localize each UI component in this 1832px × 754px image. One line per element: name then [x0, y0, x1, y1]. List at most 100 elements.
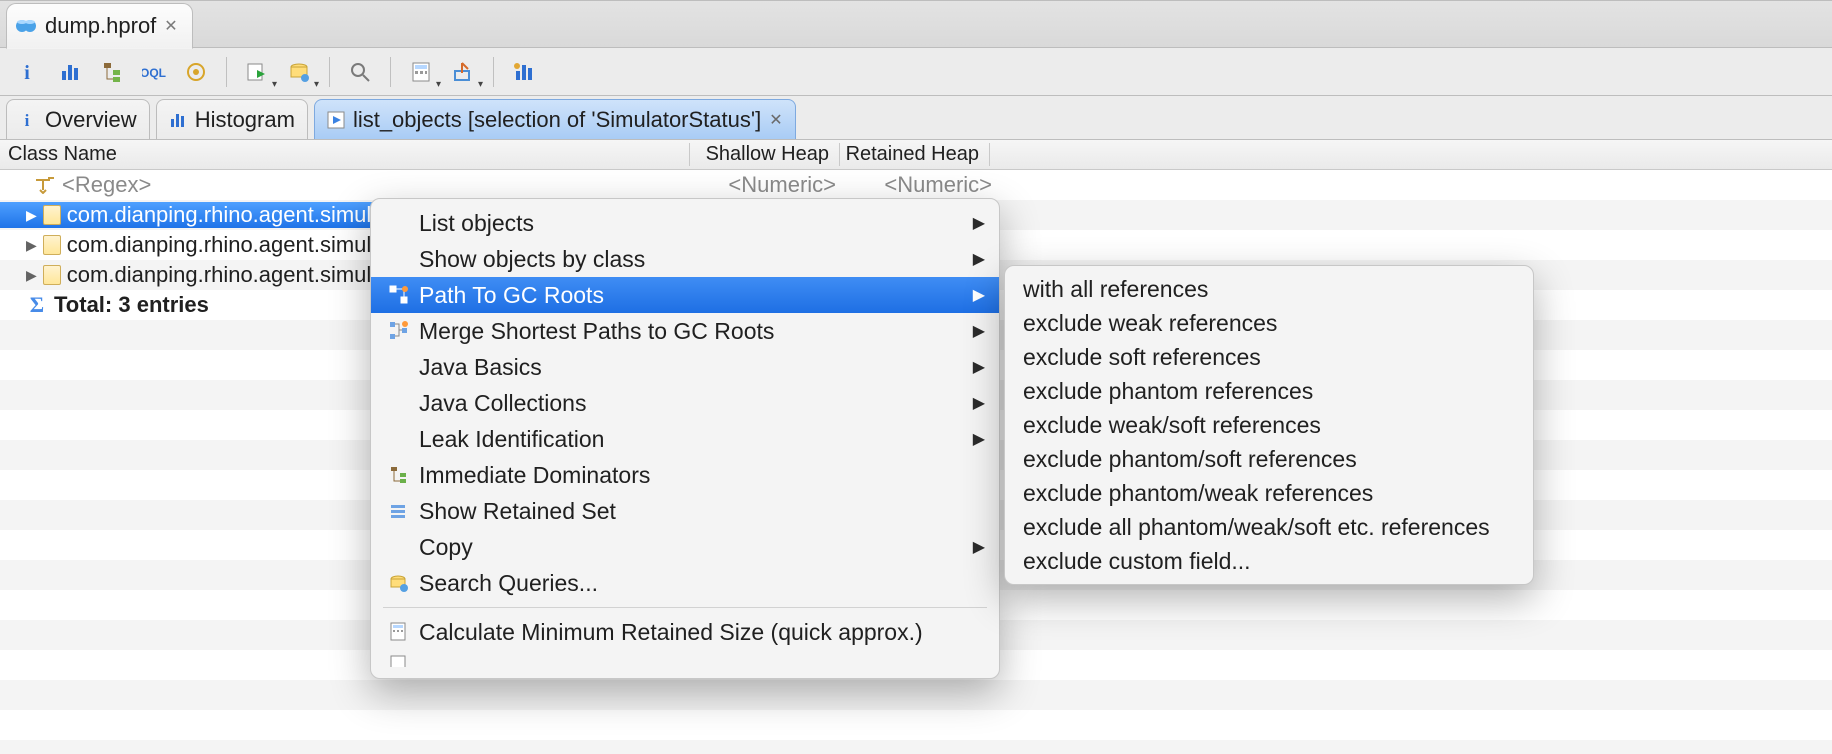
menu-calc-min-retained[interactable]: Calculate Minimum Retained Size (quick a… [371, 614, 999, 650]
calculator-icon [385, 622, 413, 642]
path-icon [385, 285, 413, 305]
merge-path-icon [385, 321, 413, 341]
search-icon[interactable] [342, 56, 378, 88]
menu-show-objects-by-class[interactable]: Show objects by class ▶ [371, 241, 999, 277]
toolbar: i OQL ▾ ▾ ▾ [0, 48, 1832, 96]
svg-text:i: i [25, 111, 30, 129]
thread-icon[interactable] [178, 56, 214, 88]
memory-analyzer-window: dump.hprof ✕ i OQL ▾ ▾ [0, 0, 1832, 754]
menu-label: Merge Shortest Paths to GC Roots [413, 318, 967, 345]
menu-label: Search Queries... [413, 570, 967, 597]
submenu-item[interactable]: exclude phantom/weak references [1005, 476, 1533, 510]
editor-tab-title: dump.hprof [45, 13, 156, 39]
menu-search-queries[interactable]: Search Queries... [371, 565, 999, 601]
info-icon[interactable]: i [10, 56, 46, 88]
menu-label: Show Retained Set [413, 498, 967, 525]
column-retained-heap[interactable]: Retained Heap [840, 143, 990, 166]
submenu-item[interactable]: exclude all phantom/weak/soft etc. refer… [1005, 510, 1533, 544]
filter-icon [34, 176, 56, 194]
svg-text:i: i [24, 62, 30, 83]
toolbar-separator [390, 57, 391, 87]
info-icon: i [19, 111, 37, 129]
submenu-arrow-icon: ▶ [967, 249, 985, 269]
dominator-tree-icon[interactable] [94, 56, 130, 88]
submenu-item[interactable]: exclude phantom/soft references [1005, 442, 1533, 476]
close-tab-icon[interactable]: ✕ [164, 16, 177, 36]
menu-path-to-gc-roots[interactable]: Path To GC Roots ▶ [371, 277, 999, 313]
tab-list-objects[interactable]: list_objects [selection of 'SimulatorSta… [314, 99, 796, 139]
calculator-icon [385, 655, 413, 667]
calculator-icon[interactable]: ▾ [403, 56, 439, 88]
menu-immediate-dominators[interactable]: Immediate Dominators [371, 457, 999, 493]
submenu-label: exclude weak references [1023, 310, 1277, 337]
submenu-item[interactable]: with all references [1005, 272, 1533, 306]
menu-java-basics[interactable]: Java Basics ▶ [371, 349, 999, 385]
expand-icon[interactable]: ▶ [26, 267, 37, 284]
menu-label: Copy [413, 534, 967, 561]
list-objects-icon [327, 111, 345, 129]
class-name: com.dianping.rhino.agent.simula [67, 232, 384, 258]
retained-set-icon [385, 501, 413, 521]
submenu-item[interactable]: exclude weak/soft references [1005, 408, 1533, 442]
submenu-arrow-icon: ▶ [967, 357, 985, 377]
menu-leak-identification[interactable]: Leak Identification ▶ [371, 421, 999, 457]
export-icon[interactable]: ▾ [445, 56, 481, 88]
heap-dump-icon [15, 15, 37, 37]
editor-tab-dump[interactable]: dump.hprof ✕ [6, 3, 193, 49]
submenu-item[interactable]: exclude weak references [1005, 306, 1533, 340]
query-browser-icon[interactable]: ▾ [281, 56, 317, 88]
menu-label: List objects [413, 210, 967, 237]
menu-list-objects[interactable]: List objects ▶ [371, 205, 999, 241]
menu-merge-shortest-paths[interactable]: Merge Shortest Paths to GC Roots ▶ [371, 313, 999, 349]
context-menu: List objects ▶ Show objects by class ▶ P… [370, 198, 1000, 679]
dominator-tree-icon [385, 465, 413, 485]
column-class-name[interactable]: Class Name [0, 143, 690, 166]
close-tab-icon[interactable]: ✕ [769, 110, 782, 130]
submenu-label: with all references [1023, 276, 1208, 303]
menu-show-retained-set[interactable]: Show Retained Set [371, 493, 999, 529]
table-header: Class Name Shallow Heap Retained Heap [0, 140, 1832, 170]
submenu-item[interactable]: exclude phantom references [1005, 374, 1533, 408]
menu-label: Leak Identification [413, 426, 967, 453]
group-histogram-icon[interactable] [506, 56, 542, 88]
submenu-label: exclude custom field... [1023, 548, 1251, 575]
histogram-icon [169, 111, 187, 129]
submenu-arrow-icon: ▶ [967, 537, 985, 557]
tab-label: list_objects [selection of 'SimulatorSta… [353, 107, 761, 133]
run-report-icon[interactable]: ▾ [239, 56, 275, 88]
toolbar-separator [493, 57, 494, 87]
submenu-label: exclude weak/soft references [1023, 412, 1321, 439]
submenu-arrow-icon: ▶ [967, 429, 985, 449]
total-label: Total: 3 entries [54, 292, 209, 318]
menu-copy[interactable]: Copy ▶ [371, 529, 999, 565]
class-icon [43, 265, 61, 285]
tab-overview[interactable]: i Overview [6, 99, 150, 139]
menu-item-truncated[interactable] [371, 650, 999, 672]
menu-label: Immediate Dominators [413, 462, 967, 489]
expand-icon[interactable]: ▶ [26, 237, 37, 254]
submenu-label: exclude all phantom/weak/soft etc. refer… [1023, 514, 1490, 541]
class-icon [43, 205, 61, 225]
tab-histogram[interactable]: Histogram [156, 99, 308, 139]
menu-label: Calculate Minimum Retained Size (quick a… [413, 619, 967, 646]
filter-shallow: <Numeric> [696, 172, 846, 198]
filter-retained: <Numeric> [852, 172, 1002, 198]
submenu-arrow-icon: ▶ [967, 321, 985, 341]
histogram-icon[interactable] [52, 56, 88, 88]
column-shallow-heap[interactable]: Shallow Heap [690, 143, 840, 166]
menu-java-collections[interactable]: Java Collections ▶ [371, 385, 999, 421]
menu-label: Show objects by class [413, 246, 967, 273]
class-icon [43, 235, 61, 255]
toolbar-separator [226, 57, 227, 87]
submenu-item[interactable]: exclude soft references [1005, 340, 1533, 374]
submenu-arrow-icon: ▶ [967, 393, 985, 413]
filter-row[interactable]: <Regex> <Numeric> <Numeric> [0, 170, 1832, 200]
expand-icon[interactable]: ▶ [26, 207, 37, 224]
submenu-item[interactable]: exclude custom field... [1005, 544, 1533, 578]
search-queries-icon [385, 573, 413, 593]
submenu-label: exclude soft references [1023, 344, 1261, 371]
svg-text:OQL: OQL [142, 66, 166, 80]
page-tabs: i Overview Histogram list_objects [selec… [0, 96, 1832, 140]
tab-label: Histogram [195, 107, 295, 133]
oql-icon[interactable]: OQL [136, 56, 172, 88]
